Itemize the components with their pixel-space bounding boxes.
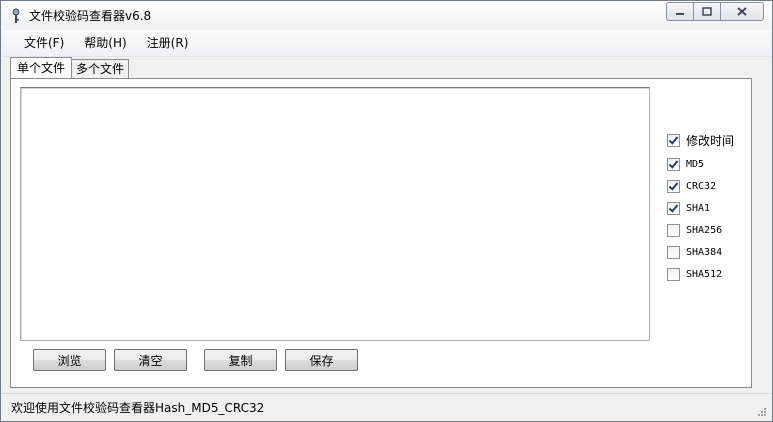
option-sha384[interactable]: SHA384 [667,241,734,263]
caption-buttons [666,2,764,21]
option-label: CRC32 [686,180,717,192]
clear-button[interactable]: 清空 [114,349,187,371]
option-sha512[interactable]: SHA512 [667,263,734,285]
tab-panel: 修改时间 MD5 CRC32 SHA1 SHA256 SHA384 SHA512… [10,78,752,388]
tab-multiple-files[interactable]: 多个文件 [71,59,130,78]
hash-options: 修改时间 MD5 CRC32 SHA1 SHA256 SHA384 SHA512 [667,127,734,285]
checkbox-crc32[interactable] [667,179,680,193]
option-label: SHA1 [686,202,711,214]
status-text: 欢迎使用文件校验码查看器Hash_MD5_CRC32 [11,401,265,415]
save-button[interactable]: 保存 [285,349,358,371]
minimize-icon [676,12,684,15]
option-crc32[interactable]: CRC32 [667,175,734,197]
close-icon [737,7,747,16]
window-title: 文件校验码查看器v6.8 [29,9,152,23]
menu-register[interactable]: 注册(R) [137,30,199,56]
copy-button[interactable]: 复制 [204,349,277,371]
title-bar[interactable]: 文件校验码查看器v6.8 [1,1,772,29]
option-label: SHA384 [686,246,723,258]
checkbox-sha1[interactable] [667,201,680,215]
tab-strip: 单个文件 多个文件 [10,57,130,78]
checkbox-md5[interactable] [667,157,680,171]
checkbox-modified-time[interactable] [667,133,680,147]
checkbox-sha512[interactable] [667,267,680,281]
option-md5[interactable]: MD5 [667,153,734,175]
option-sha1[interactable]: SHA1 [667,197,734,219]
result-textarea[interactable] [20,87,650,341]
menu-bar: 文件(F) 帮助(H) 注册(R) [2,30,771,57]
option-sha256[interactable]: SHA256 [667,219,734,241]
menu-file[interactable]: 文件(F) [14,30,74,56]
key-icon [12,8,20,23]
maximize-button[interactable] [693,2,721,21]
browse-button[interactable]: 浏览 [33,349,106,371]
checkbox-sha256[interactable] [667,223,680,237]
tab-single-file[interactable]: 单个文件 [10,57,73,78]
status-bar: 欢迎使用文件校验码查看器Hash_MD5_CRC32 [2,393,771,420]
minimize-button[interactable] [666,2,694,21]
option-label: MD5 [686,158,705,170]
menu-help[interactable]: 帮助(H) [74,30,136,56]
option-label: SHA256 [686,224,723,236]
resize-grip-icon[interactable] [756,406,766,416]
close-button[interactable] [720,2,764,21]
option-label: SHA512 [686,268,723,280]
app-window: 文件校验码查看器v6.8 文件(F) 帮助(H) 注册(R) 单个文件 多个文件… [0,0,773,422]
checkbox-sha384[interactable] [667,245,680,259]
maximize-icon [702,7,712,16]
option-modified-time[interactable]: 修改时间 [667,127,734,153]
option-label: 修改时间 [686,133,735,148]
